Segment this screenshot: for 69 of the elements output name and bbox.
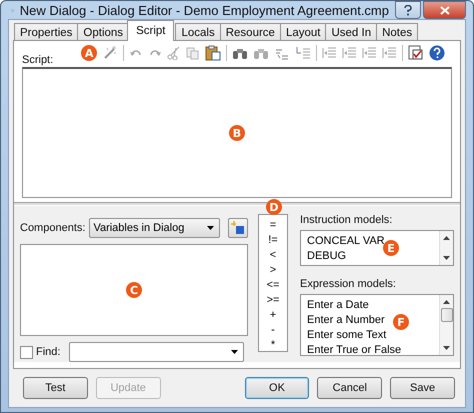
close-icon — [440, 6, 450, 14]
components-dropdown[interactable]: Variables in Dialog — [89, 218, 220, 238]
scroll-thumb[interactable] — [440, 308, 452, 322]
components-label: Components: — [20, 222, 86, 234]
script-label: Script: — [22, 54, 54, 66]
callout-badge: D — [266, 199, 282, 215]
callout-badge: C — [126, 282, 142, 298]
close-button[interactable] — [423, 1, 466, 19]
tab[interactable]: Resource — [220, 23, 281, 41]
dialog-button[interactable]: Cancel — [317, 377, 382, 399]
tab[interactable]: Layout — [280, 23, 326, 41]
list-item[interactable]: Enter True or False — [307, 343, 402, 355]
help-icon[interactable] — [429, 45, 446, 61]
binoculars-icon[interactable] — [232, 46, 248, 60]
checklist-icon[interactable] — [408, 45, 424, 61]
tab[interactable]: Notes — [376, 23, 418, 41]
operator-item[interactable]: != — [268, 233, 278, 247]
tab[interactable]: Used In — [325, 23, 378, 41]
tab[interactable]: Script — [127, 20, 174, 41]
callout-badge: E — [383, 240, 399, 256]
operator-item[interactable]: * — [270, 338, 276, 351]
new-component-button[interactable] — [228, 218, 248, 238]
operator-item[interactable]: > — [270, 263, 276, 277]
find-label: Find: — [36, 346, 60, 358]
operator-item[interactable]: >= — [266, 293, 280, 307]
operator-item[interactable]: < — [270, 248, 276, 262]
caret-icon — [207, 226, 214, 230]
goto-line-icon[interactable] — [295, 46, 312, 60]
question-icon — [404, 4, 412, 16]
tab[interactable]: Properties — [14, 23, 78, 41]
operator-item[interactable]: + — [270, 308, 276, 322]
scroll-down-icon[interactable] — [443, 256, 450, 260]
callout-badge: A — [81, 45, 98, 61]
instruction-models-label: Instruction models: — [300, 214, 394, 226]
wand-icon[interactable] — [102, 45, 118, 61]
callout-badge: B — [229, 125, 245, 141]
list-item[interactable]: Enter some Text — [307, 328, 386, 343]
find-field[interactable] — [69, 342, 244, 362]
caret-icon — [231, 350, 238, 354]
scroll-up-icon[interactable] — [443, 236, 450, 240]
indent-icon[interactable] — [382, 46, 398, 60]
tab[interactable]: Locals — [175, 23, 221, 41]
help-button[interactable] — [395, 1, 421, 19]
dialog-button[interactable]: Test — [23, 377, 88, 399]
tab[interactable]: Options — [77, 23, 130, 41]
scissors-icon[interactable] — [167, 46, 182, 60]
scrollbar[interactable] — [439, 295, 453, 355]
callout-badge: F — [393, 314, 409, 330]
list-item[interactable]: Enter a Number — [307, 313, 385, 328]
dialog-button[interactable]: Save — [390, 377, 455, 399]
indent-icon[interactable] — [342, 46, 358, 60]
copy-icon[interactable] — [186, 46, 200, 60]
operator-item[interactable]: = — [270, 218, 276, 232]
operator-item[interactable]: - — [271, 323, 275, 337]
expression-models-label: Expression models: — [300, 278, 397, 290]
paste-icon[interactable] — [205, 45, 222, 61]
indent-icon[interactable] — [362, 46, 378, 60]
indent-icon[interactable] — [322, 46, 338, 60]
find-checkbox[interactable] — [20, 346, 33, 358]
list-item[interactable]: CONCEAL VAR — [307, 234, 385, 249]
scroll-down-icon[interactable] — [443, 346, 450, 350]
list-item[interactable]: DEBUG — [307, 249, 346, 264]
operator-item[interactable]: <= — [266, 278, 280, 292]
window-title: New Dialog - Dialog Editor - Demo Employment Agreement.cmp — [20, 2, 389, 18]
sparkle-icon — [231, 221, 245, 235]
scroll-up-icon[interactable] — [443, 300, 450, 304]
dialog-button[interactable]: OK — [244, 377, 310, 399]
scrollbar[interactable] — [439, 231, 453, 265]
list-item[interactable]: Enter a Date — [307, 298, 369, 313]
